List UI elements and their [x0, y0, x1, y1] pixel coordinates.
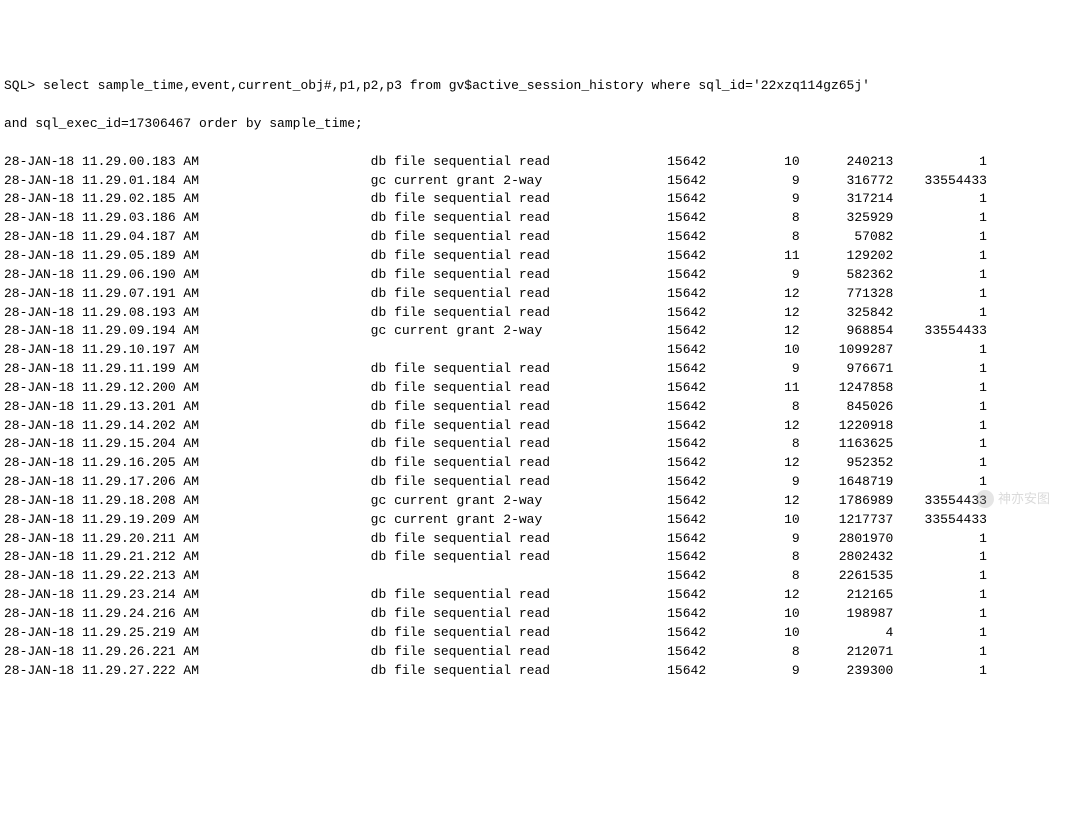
result-row: 28-JAN-18 11.29.15.204 AM db file sequen…	[4, 435, 1076, 454]
result-row: 28-JAN-18 11.29.10.197 AM 15642 10 10992…	[4, 341, 1076, 360]
result-row: 28-JAN-18 11.29.06.190 AM db file sequen…	[4, 266, 1076, 285]
sql-query-line1: select sample_time,event,current_obj#,p1…	[43, 78, 870, 93]
result-row: 28-JAN-18 11.29.03.186 AM db file sequen…	[4, 209, 1076, 228]
result-row: 28-JAN-18 11.29.21.212 AM db file sequen…	[4, 548, 1076, 567]
result-row: 28-JAN-18 11.29.20.211 AM db file sequen…	[4, 530, 1076, 549]
result-row: 28-JAN-18 11.29.26.221 AM db file sequen…	[4, 643, 1076, 662]
result-row: 28-JAN-18 11.29.14.202 AM db file sequen…	[4, 417, 1076, 436]
result-row: 28-JAN-18 11.29.19.209 AM gc current gra…	[4, 511, 1076, 530]
result-row: 28-JAN-18 11.29.12.200 AM db file sequen…	[4, 379, 1076, 398]
result-row: 28-JAN-18 11.29.00.183 AM db file sequen…	[4, 153, 1076, 172]
result-row: 28-JAN-18 11.29.07.191 AM db file sequen…	[4, 285, 1076, 304]
result-row: 28-JAN-18 11.29.01.184 AM gc current gra…	[4, 172, 1076, 191]
result-row: 28-JAN-18 11.29.02.185 AM db file sequen…	[4, 190, 1076, 209]
result-row: 28-JAN-18 11.29.13.201 AM db file sequen…	[4, 398, 1076, 417]
result-row: 28-JAN-18 11.29.11.199 AM db file sequen…	[4, 360, 1076, 379]
watermark-icon	[976, 490, 994, 508]
result-rows: 28-JAN-18 11.29.00.183 AM db file sequen…	[4, 153, 1076, 681]
result-row: 28-JAN-18 11.29.27.222 AM db file sequen…	[4, 662, 1076, 681]
result-row: 28-JAN-18 11.29.04.187 AM db file sequen…	[4, 228, 1076, 247]
result-row: 28-JAN-18 11.29.08.193 AM db file sequen…	[4, 304, 1076, 323]
sql-query-line2-wrapper: and sql_exec_id=17306467 order by sample…	[4, 115, 1076, 134]
sql-prompt-line: SQL> select sample_time,event,current_ob…	[4, 77, 1076, 96]
watermark: 神亦安图	[976, 490, 1050, 509]
sql-query-line2: and sql_exec_id=17306467 order by sample…	[4, 116, 363, 131]
result-row: 28-JAN-18 11.29.22.213 AM 15642 8 226153…	[4, 567, 1076, 586]
result-row: 28-JAN-18 11.29.17.206 AM db file sequen…	[4, 473, 1076, 492]
result-row: 28-JAN-18 11.29.18.208 AM gc current gra…	[4, 492, 1076, 511]
result-row: 28-JAN-18 11.29.05.189 AM db file sequen…	[4, 247, 1076, 266]
result-row: 28-JAN-18 11.29.16.205 AM db file sequen…	[4, 454, 1076, 473]
watermark-text: 神亦安图	[998, 490, 1050, 509]
result-row: 28-JAN-18 11.29.23.214 AM db file sequen…	[4, 586, 1076, 605]
result-row: 28-JAN-18 11.29.25.219 AM db file sequen…	[4, 624, 1076, 643]
result-row: 28-JAN-18 11.29.24.216 AM db file sequen…	[4, 605, 1076, 624]
result-row: 28-JAN-18 11.29.09.194 AM gc current gra…	[4, 322, 1076, 341]
sql-prompt: SQL>	[4, 78, 35, 93]
